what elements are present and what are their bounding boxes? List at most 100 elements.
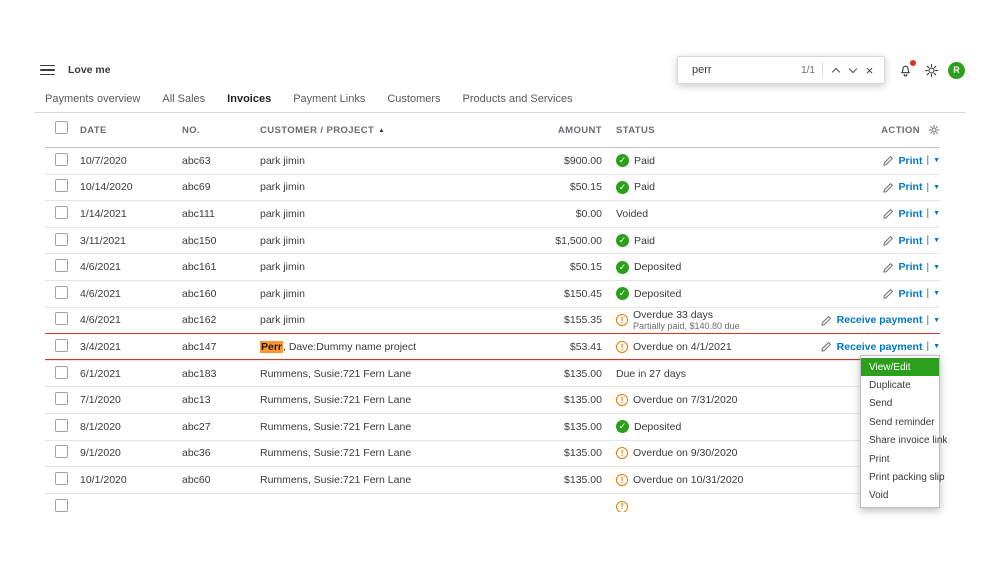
- column-header-date[interactable]: DATE: [80, 125, 182, 136]
- table-row[interactable]: 10/1/2020 abc60 Rummens, Susie:721 Fern La…: [45, 467, 940, 494]
- table-row[interactable]: 7/1/2020 abc13 Rummens, Susie:721 Fern Lan…: [45, 387, 940, 414]
- invoice-customer: Perr, Dave:Dummy name project: [260, 340, 487, 353]
- column-header-customer[interactable]: CUSTOMER / PROJECT ▲: [260, 125, 487, 136]
- menu-item-send-reminder[interactable]: Send reminder: [861, 413, 939, 431]
- invoice-number: abc183: [182, 367, 217, 380]
- receive-payment-link[interactable]: Receive payment: [837, 341, 923, 353]
- row-checkbox[interactable]: [55, 259, 68, 273]
- table-row[interactable]: 8/1/2020 abc27 Rummens, Susie:721 Fern Lan…: [45, 414, 940, 441]
- tab-products-and-services[interactable]: Products and Services: [463, 93, 573, 105]
- menu-item-print-packing-slip[interactable]: Print packing slip: [861, 468, 945, 486]
- status-text: Deposited: [634, 261, 681, 273]
- receive-payment-link[interactable]: Receive payment: [837, 314, 923, 326]
- table-row[interactable]: 9/1/2020 abc36 Rummens, Susie:721 Fern Lan…: [45, 441, 940, 468]
- table-row[interactable]: 10/7/2020 abc63 park jimin $900.00 ✓ Paid Prin…: [45, 148, 940, 175]
- edit-pencil-icon[interactable]: [882, 262, 894, 273]
- find-close-button[interactable]: ×: [861, 60, 878, 80]
- find-next-button[interactable]: [844, 60, 861, 80]
- edit-pencil-icon[interactable]: [882, 208, 894, 220]
- row-checkbox[interactable]: [55, 152, 68, 166]
- invoice-date: 3/11/2021: [80, 234, 126, 247]
- row-checkbox-cell: [45, 285, 80, 302]
- row-checkbox[interactable]: [55, 179, 68, 193]
- row-checkbox[interactable]: [55, 205, 68, 219]
- print-link[interactable]: Print: [899, 288, 923, 300]
- invoice-actions: Print | ▼: [820, 288, 940, 300]
- table-row[interactable]: 4/6/2021 abc162 park jimin $155.35! Overdue …: [45, 308, 940, 335]
- paid-check-icon: ✓: [616, 180, 629, 194]
- action-dropdown-caret[interactable]: ▼: [933, 184, 940, 191]
- print-link[interactable]: Print: [899, 208, 923, 220]
- print-link[interactable]: Print: [899, 181, 923, 193]
- row-checkbox[interactable]: [55, 312, 68, 326]
- row-checkbox[interactable]: [55, 418, 68, 432]
- table-header-row: DATE NO. CUSTOMER / PROJECT ▲ AMOUNT STA…: [45, 113, 940, 148]
- menu-item-duplicate[interactable]: Duplicate: [861, 376, 939, 394]
- action-divider: |: [926, 181, 930, 193]
- avatar[interactable]: R: [948, 61, 965, 79]
- select-all-checkbox[interactable]: [55, 121, 68, 134]
- action-dropdown-caret[interactable]: ▼: [933, 290, 940, 297]
- invoice-actions: Receive payment | ▼: [820, 341, 940, 353]
- edit-pencil-icon[interactable]: [882, 182, 894, 193]
- find-bar: 1/1 ×: [677, 56, 885, 84]
- row-checkbox[interactable]: [55, 392, 68, 406]
- menu-item-void[interactable]: Void: [861, 487, 939, 505]
- tab-invoices[interactable]: Invoices: [227, 93, 271, 105]
- action-dropdown-caret[interactable]: ▼: [933, 317, 940, 324]
- action-dropdown-caret[interactable]: ▼: [933, 343, 940, 350]
- action-dropdown-caret[interactable]: ▼: [933, 210, 940, 217]
- settings-gear-icon[interactable]: [920, 58, 943, 82]
- invoice-status: ! Overdue on 9/30/2020: [602, 447, 820, 460]
- row-checkbox[interactable]: [55, 471, 68, 485]
- notifications-bell-icon[interactable]: [894, 58, 917, 82]
- print-link[interactable]: Print: [899, 261, 923, 273]
- invoice-customer: Rummens, Susie:721 Fern Lane: [260, 420, 412, 433]
- action-divider: |: [926, 235, 930, 247]
- status-text: Voided: [616, 208, 648, 220]
- column-header-amount[interactable]: AMOUNT: [487, 125, 602, 136]
- menu-item-view-edit[interactable]: View/Edit: [861, 358, 939, 377]
- column-header-action: ACTION: [820, 124, 940, 136]
- status-subtext: Partially paid, $140.80 due: [633, 321, 740, 332]
- tab-payments-overview[interactable]: Payments overview: [45, 93, 140, 105]
- tab-payment-links[interactable]: Payment Links: [293, 93, 365, 105]
- edit-pencil-icon[interactable]: [882, 235, 894, 246]
- table-settings-gear-icon[interactable]: [928, 124, 940, 136]
- action-dropdown-caret[interactable]: ▼: [933, 237, 940, 244]
- find-previous-button[interactable]: [827, 60, 844, 80]
- table-row[interactable]: 1/14/2021 abc111 park jimin $0.00 Voided Prin…: [45, 201, 940, 228]
- hamburger-menu-icon[interactable]: [40, 64, 55, 76]
- table-row[interactable]: 10/14/2020 abc69 park jimin $50.15 ✓ Paid Prin…: [45, 175, 940, 202]
- row-checkbox[interactable]: [55, 232, 68, 246]
- action-dropdown-caret[interactable]: ▼: [933, 157, 940, 164]
- menu-item-share-invoice-link[interactable]: Share invoice link: [861, 432, 947, 450]
- find-input[interactable]: [690, 63, 800, 77]
- row-checkbox[interactable]: [55, 285, 68, 299]
- edit-pencil-icon[interactable]: [882, 288, 894, 299]
- menu-item-print[interactable]: Print: [861, 450, 939, 468]
- column-header-status[interactable]: STATUS: [602, 125, 820, 136]
- print-link[interactable]: Print: [899, 155, 923, 167]
- table-row[interactable]: 6/1/2021 abc183 Rummens, Susie:721 Fern La…: [45, 361, 940, 388]
- row-checkbox[interactable]: [55, 498, 68, 512]
- invoice-number: abc27: [182, 420, 211, 433]
- row-checkbox[interactable]: [55, 338, 68, 352]
- column-header-no[interactable]: NO.: [182, 125, 260, 136]
- table-row[interactable]: 4/6/2021 abc161 park jimin $50.15 ✓ Deposited…: [45, 254, 940, 281]
- table-row[interactable]: 3/11/2021 abc150 park jimin $1,500.00 ✓ Paid P…: [45, 228, 940, 255]
- row-checkbox[interactable]: [55, 445, 68, 459]
- row-checkbox[interactable]: [55, 365, 68, 379]
- edit-pencil-icon[interactable]: [821, 315, 832, 326]
- tab-all-sales[interactable]: All Sales: [162, 93, 205, 105]
- table-row[interactable]: 3/4/2021 abc147 Perr, Dave:Dummy name proj…: [45, 333, 940, 361]
- table-row[interactable]: !: [45, 494, 940, 512]
- edit-pencil-icon[interactable]: [821, 341, 832, 353]
- menu-item-send[interactable]: Send: [861, 395, 939, 413]
- tab-customers[interactable]: Customers: [387, 93, 440, 105]
- action-dropdown-caret[interactable]: ▼: [933, 264, 940, 271]
- invoice-date: 7/1/2020: [80, 394, 121, 407]
- edit-pencil-icon[interactable]: [882, 155, 894, 166]
- table-row[interactable]: 4/6/2021 abc160 park jimin $150.45 ✓ Deposite…: [45, 281, 940, 308]
- print-link[interactable]: Print: [899, 235, 923, 247]
